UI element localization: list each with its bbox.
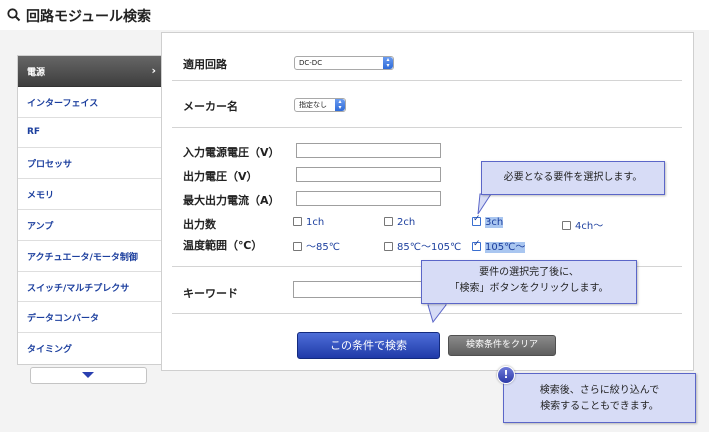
- search-button-callout: 要件の選択完了後に、 「検索」ボタンをクリックします。: [421, 260, 637, 304]
- callout-text: 検索後、さらに絞り込んで: [539, 385, 660, 396]
- callout-pointers: [427, 193, 492, 324]
- callout-text: 要件の選択完了後に、: [479, 267, 579, 278]
- narrow-down-callout: 検索後、さらに絞り込んで 検索することもできます。: [503, 373, 696, 423]
- callout-text: 検索することもできます。: [540, 401, 659, 412]
- callout-text: 必要となる要件を選択します。: [503, 172, 643, 183]
- callout-text: 「検索」ボタンをクリックします。: [449, 283, 609, 294]
- select-requirements-callout: 必要となる要件を選択します。: [481, 161, 665, 195]
- info-icon: !: [497, 366, 515, 384]
